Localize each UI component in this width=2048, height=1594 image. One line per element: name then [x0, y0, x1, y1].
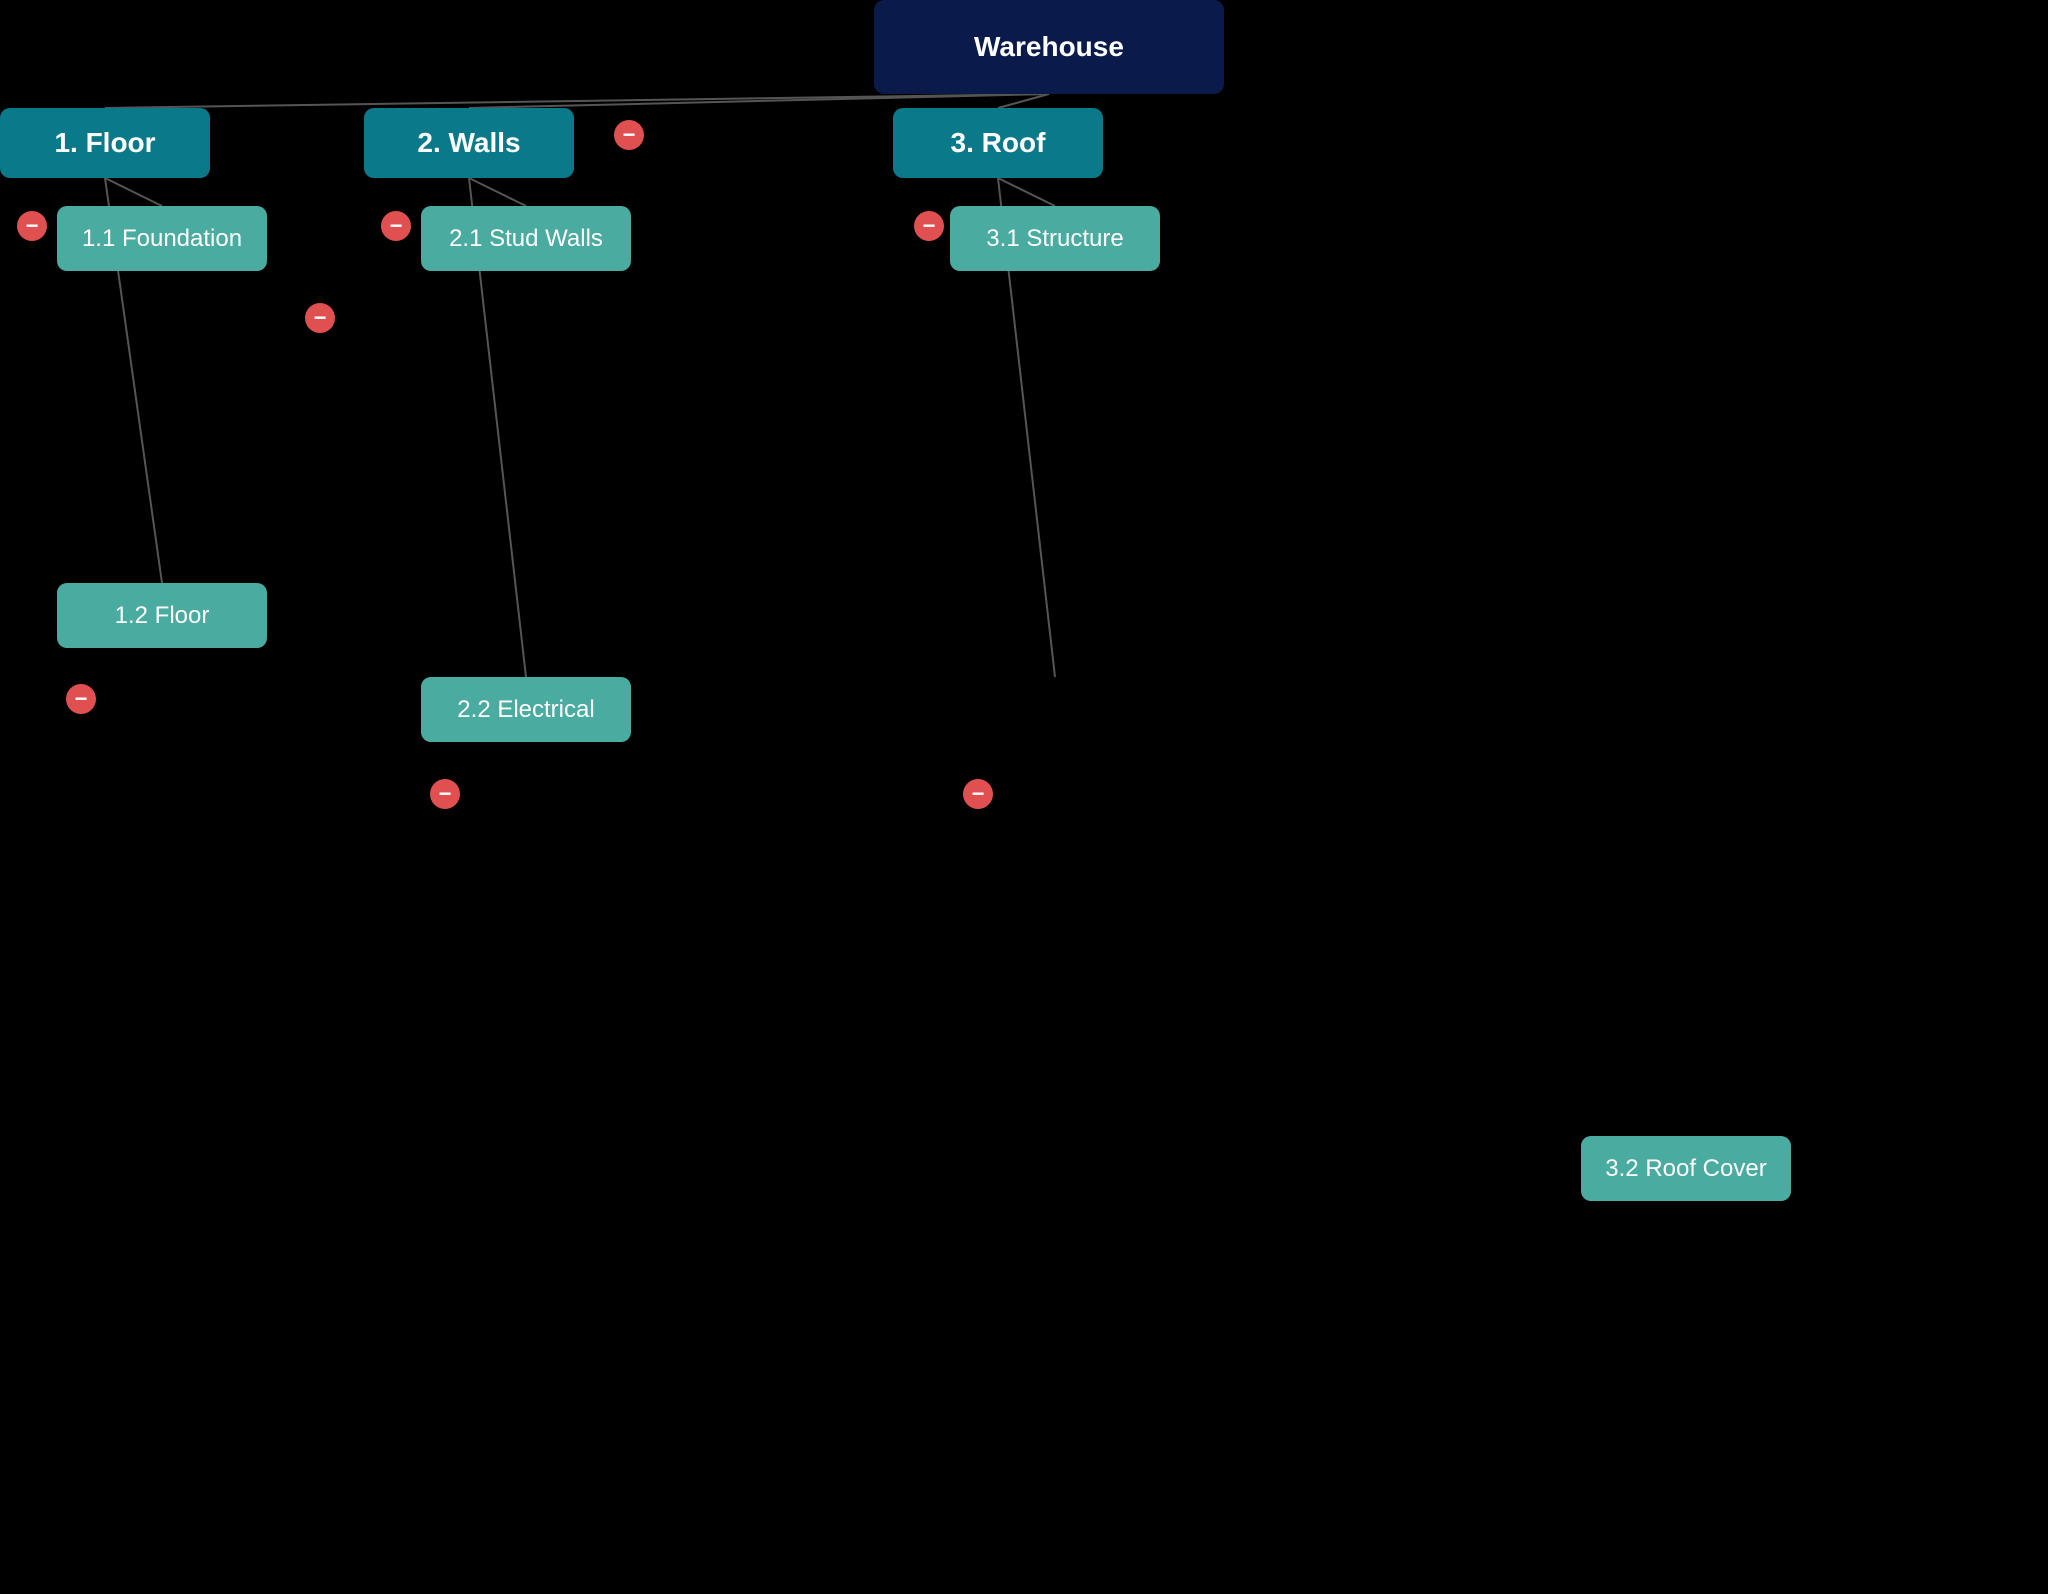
minus-stud-walls-icon[interactable]: − [381, 211, 411, 241]
minus-electrical-icon[interactable]: − [430, 779, 460, 809]
minus-walls-top-icon[interactable]: − [614, 120, 644, 150]
stud-walls-node[interactable]: 2.1 Stud Walls [421, 206, 631, 271]
minus-roof-top-icon[interactable]: − [305, 303, 335, 333]
walls-node[interactable]: 2. Walls [364, 108, 574, 178]
minus-foundation-icon[interactable]: − [17, 211, 47, 241]
floor2-node[interactable]: 1.2 Floor [57, 583, 267, 648]
electrical-node[interactable]: 2.2 Electrical [421, 677, 631, 742]
roof-node[interactable]: 3. Roof [893, 108, 1103, 178]
floor-node[interactable]: 1. Floor [0, 108, 210, 178]
structure-node[interactable]: 3.1 Structure [950, 206, 1160, 271]
root-node[interactable]: Warehouse [874, 0, 1224, 94]
minus-structure-icon[interactable]: − [914, 211, 944, 241]
minus-floor2-icon[interactable]: − [66, 684, 96, 714]
roof-cover-node[interactable]: 3.2 Roof Cover [1581, 1136, 1791, 1201]
foundation-node[interactable]: 1.1 Foundation [57, 206, 267, 271]
minus-roof-cover-icon[interactable]: − [963, 779, 993, 809]
